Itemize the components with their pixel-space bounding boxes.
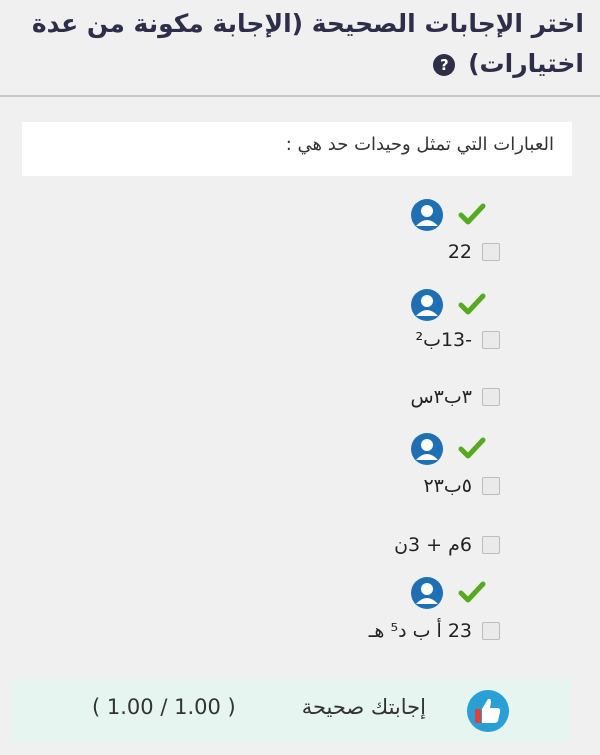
answer-option-2: -13ب²	[100, 325, 500, 355]
answer-checkbox[interactable]	[482, 477, 500, 495]
question-header: اختر الإجابات الصحيحة (الإجابة مكونة من …	[0, 0, 600, 97]
answer-checkbox[interactable]	[482, 622, 500, 640]
feedback-box: إجابتك صحيحة ( 1.00 / 1.00 )	[12, 680, 572, 742]
answer-checkbox[interactable]	[482, 243, 500, 261]
answer-text: -13ب²	[415, 329, 472, 351]
question-title: اختر الإجابات الصحيحة (الإجابة مكونة من …	[14, 4, 584, 84]
correct-badge-2	[410, 288, 500, 322]
feedback-score: ( 1.00 / 1.00 )	[92, 695, 236, 719]
thumbs-up-icon	[467, 690, 509, 732]
checkmark-icon	[458, 581, 486, 603]
answer-checkbox[interactable]	[482, 331, 500, 349]
user-icon	[411, 433, 443, 465]
correct-badge-1	[410, 198, 500, 232]
question-text: العبارات التي تمثل وحيدات حد هي :	[285, 134, 554, 155]
checkmark-icon	[458, 437, 486, 459]
title-line-1: اختر الإجابات الصحيحة (الإجابة مكونة من …	[31, 9, 584, 38]
answer-option-6: 23 أ ب د⁵ هـ	[100, 616, 500, 646]
question-help-icon[interactable]: ?	[433, 54, 456, 76]
answer-option-5: 6م + 3ن	[100, 530, 500, 560]
answer-option-3: ٣ب٣س	[100, 382, 500, 412]
checkmark-icon	[458, 203, 486, 225]
answer-text: 22	[447, 241, 472, 263]
answer-text: ٥ب٢٣	[423, 475, 472, 497]
title-line-2: اختيارات) ?	[14, 44, 584, 84]
answer-checkbox[interactable]	[482, 536, 500, 554]
answer-text: ٣ب٣س	[410, 386, 472, 408]
correct-badge-4	[410, 432, 500, 466]
answer-text: 23 أ ب د⁵ هـ	[368, 620, 472, 642]
answer-checkbox[interactable]	[482, 388, 500, 406]
user-icon	[411, 577, 443, 609]
user-icon	[411, 289, 443, 321]
checkmark-icon	[458, 293, 486, 315]
user-icon	[411, 199, 443, 231]
correct-badge-6	[410, 576, 500, 610]
answer-option-1: 22	[100, 237, 500, 267]
answer-text: 6م + 3ن	[394, 534, 472, 556]
answer-option-4: ٥ب٢٣	[100, 471, 500, 501]
question-box: العبارات التي تمثل وحيدات حد هي :	[22, 122, 572, 176]
title-line-2-text: اختيارات)	[468, 49, 584, 78]
feedback-label: إجابتك صحيحة	[301, 695, 426, 719]
